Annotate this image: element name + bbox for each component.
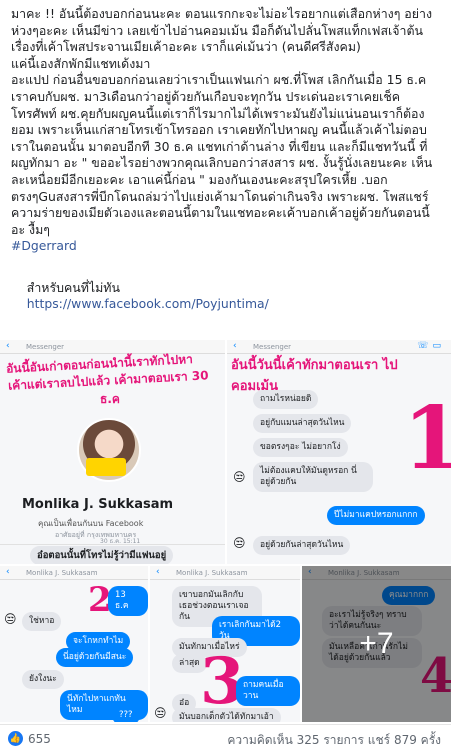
message-bubble: อยู่ด้วยกันล่าสุดวันไหน [253,536,351,555]
back-icon: ‹ [6,567,10,577]
post-text: มาคะ !! อันนี้ต้องบอกก่อนนะคะ ตอนแรกกะจะ… [11,6,443,329]
post-paragraph-3: อะแปป ก่อนอื่นขอบอกก่อนเลยว่าเราเป็นแฟนเ… [11,72,434,237]
messenger-header: ‹ Messenger ☏▭ [227,340,451,354]
photo-4[interactable]: ‹ Monlika J. Sukkasam เขาบอกมันเลิกกับเธ… [150,566,300,722]
post-paragraph-1: มาคะ !! อันนี้ต้องบอกก่อนนะคะ ตอนแรกกะจะ… [11,6,433,55]
message-bubble: มันบอกเด็กตัวได้ทักมาเอ้า [172,708,281,722]
call-icons: ☏▭ [417,341,445,351]
photo-3[interactable]: ‹ Monlika J. Sukkasam 2 13 ธ.ค ใช่หาอ 😒 … [0,566,148,722]
reply-bubble: ถามคนเมื่อวาน [236,676,300,706]
photo-2[interactable]: ‹ Messenger ☏▭ อันนี้วันนี้เค้าทักมาตอนเ… [227,340,451,564]
sticker-overlay [86,458,126,476]
comments-shares-stats[interactable]: ความคิดเห็น 325 รายการ แชร์ 879 ครั้ง [227,731,441,750]
more-photos-count: +7 [359,627,394,660]
photo-grid: ‹ Messenger อันนี้อันเก่าตอนก่อนนำนี้เรา… [0,340,451,722]
emoji-icon: 😒 [4,612,17,626]
facebook-link[interactable]: https://www.facebook.com/Poyjuntima/ [27,296,269,311]
message-bubble: ยังใงนะ [22,670,64,689]
message-bubble: อยู่กับแมนล่าสุดวันไหน [253,414,352,433]
message-bubble: ใช่หาอ [22,612,62,631]
profile-name: Monlika J. Sukkasam [22,497,174,512]
message-bubble: ขอตรงๆอะ ไม่อยากโง่ [253,438,348,457]
back-icon: ‹ [6,341,10,351]
emoji-icon: 😒 [154,706,167,720]
annotation-number: 1 [403,388,451,489]
emoji-icon: 😒 [233,470,246,484]
back-icon: ‹ [156,567,160,577]
post-paragraph-2: แค่นี้เองสักพักมีแชทเด้งมา [11,55,151,71]
message-bubble: ถามไรหน่อยดิ [253,390,319,409]
like-icon: 👍 [8,731,23,746]
more-photos-overlay[interactable]: +7 [302,566,451,722]
chat-time: 30 ธ.ค. 15:11 [100,538,141,545]
reply-bubble: ??? [112,706,140,722]
reply-bubble: นี่อยู่ด้วยกันมีสนะ [56,648,134,667]
messenger-title: Messenger [26,343,65,351]
messenger-header: ‹ Monlika J. Sukkasam [0,566,148,580]
hashtag-link[interactable]: #Dgerrard [11,238,77,253]
like-count: 655 [28,731,51,746]
messenger-title: Monlika J. Sukkasam [26,569,98,577]
messenger-title: Monlika J. Sukkasam [176,569,248,577]
reply-bubble: 13 ธ.ค [108,586,148,616]
profile-subtitle: คุณเป็นเพื่อนกันบน Facebook [38,519,144,528]
link-line: สำหรับคนที่ไม่ทัน https://www.facebook.c… [11,263,443,329]
photo-1[interactable]: ‹ Messenger อันนี้อันเก่าตอนก่อนนำนี้เรา… [0,340,225,564]
link-label: สำหรับคนที่ไม่ทัน [26,279,120,295]
post-footer: 👍 655 ความคิดเห็น 325 รายการ แชร์ 879 คร… [0,724,451,752]
messenger-title: Messenger [253,343,292,351]
reply-bubble: ปีไม่มาแคปหรอกแกกก [327,506,425,525]
annotation-line-3: ธ.ค [100,392,120,406]
emoji-icon: 😒 [233,536,246,550]
back-icon: ‹ [233,341,237,351]
reactions[interactable]: 👍 655 [8,731,51,746]
caption-bubble: อ๋อตอนนั้นที่โทรไม่รู้ว่ามีแฟนอยู่ [30,546,174,564]
messenger-header: ‹ Monlika J. Sukkasam [150,566,300,580]
message-bubble: ไม่ต้องแคบให้มันดูหรอก นี่อยู่ด้วยกัน [253,462,373,492]
photo-5[interactable]: ‹ Monlika J. Sukkasam คุณมากกก อะเราไม่ร… [302,566,451,722]
